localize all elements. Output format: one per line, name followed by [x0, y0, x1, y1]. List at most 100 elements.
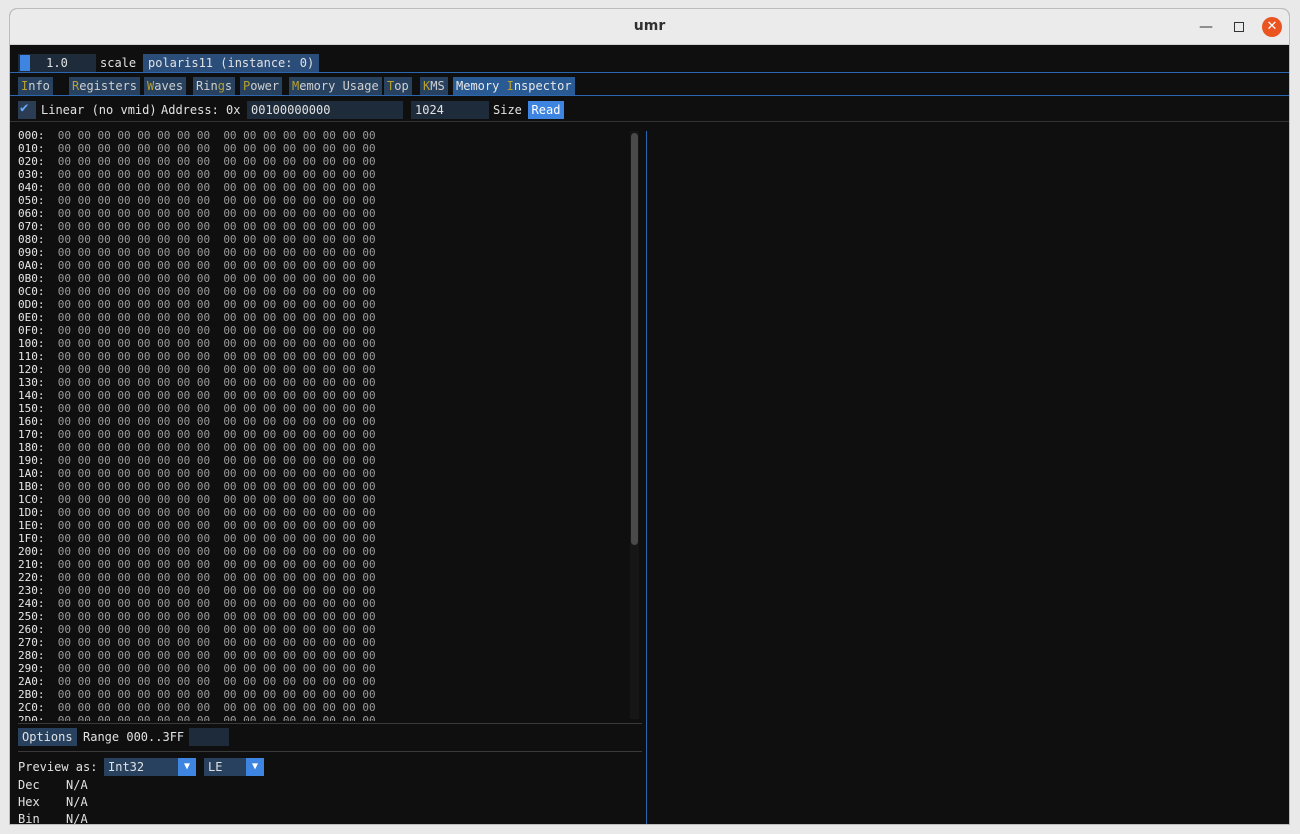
- hex-address: 080: [18, 233, 38, 246]
- hex-bytes: 00 00 00 00 00 00 00 00 00 00 00 00 00 0…: [57, 675, 376, 688]
- maximize-icon[interactable]: [1229, 17, 1249, 37]
- hex-row: 230: 00 00 00 00 00 00 00 00 00 00 00 00…: [18, 584, 376, 597]
- hex-address: 240: [18, 597, 38, 610]
- close-icon[interactable]: ✕: [1262, 17, 1282, 37]
- tab-8[interactable]: Memory Inspector: [453, 77, 575, 95]
- hex-row: 050: 00 00 00 00 00 00 00 00 00 00 00 00…: [18, 194, 376, 207]
- check-icon: ✔: [20, 100, 29, 116]
- hex-bytes: 00 00 00 00 00 00 00 00 00 00 00 00 00 0…: [57, 415, 376, 428]
- hex-colon: :: [37, 129, 58, 142]
- hex-colon: :: [37, 480, 58, 493]
- divider: [10, 121, 1289, 122]
- chevron-down-icon[interactable]: ▼: [178, 758, 196, 776]
- hex-row: 120: 00 00 00 00 00 00 00 00 00 00 00 00…: [18, 363, 376, 376]
- hex-colon: :: [37, 181, 58, 194]
- read-button[interactable]: Read: [528, 101, 564, 119]
- hex-row: 090: 00 00 00 00 00 00 00 00 00 00 00 00…: [18, 246, 376, 259]
- scrollbar-thumb[interactable]: [631, 133, 638, 545]
- hex-bytes: 00 00 00 00 00 00 00 00 00 00 00 00 00 0…: [57, 129, 376, 142]
- title-bar: umr — ✕: [10, 9, 1289, 45]
- preview-value: N/A: [66, 778, 88, 792]
- hex-row: 110: 00 00 00 00 00 00 00 00 00 00 00 00…: [18, 350, 376, 363]
- hex-bytes: 00 00 00 00 00 00 00 00 00 00 00 00 00 0…: [57, 454, 376, 467]
- size-input[interactable]: 1024: [411, 101, 489, 119]
- tab-label-post: egisters: [79, 79, 138, 93]
- preview-type-select[interactable]: Int32 ▼: [104, 758, 196, 776]
- pane-divider[interactable]: [646, 131, 647, 824]
- divider: [18, 751, 642, 752]
- scale-slider[interactable]: 1.0: [18, 54, 96, 72]
- hex-row: 2C0: 00 00 00 00 00 00 00 00 00 00 00 00…: [18, 701, 376, 714]
- hex-colon: :: [37, 311, 58, 324]
- hex-address: 100: [18, 337, 38, 350]
- tab-0[interactable]: Info: [18, 77, 53, 95]
- tab-label-post: nspector: [513, 79, 572, 93]
- tab-3[interactable]: Rings: [193, 77, 236, 95]
- hex-row: 200: 00 00 00 00 00 00 00 00 00 00 00 00…: [18, 545, 376, 558]
- tab-7[interactable]: KMS: [420, 77, 448, 95]
- hex-bytes: 00 00 00 00 00 00 00 00 00 00 00 00 00 0…: [57, 363, 376, 376]
- hex-bytes: 00 00 00 00 00 00 00 00 00 00 00 00 00 0…: [57, 246, 376, 259]
- hex-row: 040: 00 00 00 00 00 00 00 00 00 00 00 00…: [18, 181, 376, 194]
- hex-address: 0F0: [18, 324, 38, 337]
- hex-bytes: 00 00 00 00 00 00 00 00 00 00 00 00 00 0…: [57, 142, 376, 155]
- hex-address: 070: [18, 220, 38, 233]
- preview-row-dec: Dec N/A: [18, 778, 88, 792]
- hex-colon: :: [37, 506, 58, 519]
- options-button[interactable]: Options: [18, 728, 77, 746]
- tab-6[interactable]: Top: [384, 77, 412, 95]
- hex-colon: :: [37, 649, 58, 662]
- hex-row: 060: 00 00 00 00 00 00 00 00 00 00 00 00…: [18, 207, 376, 220]
- chevron-down-icon[interactable]: ▼: [246, 758, 264, 776]
- preview-key: Hex: [18, 795, 40, 809]
- hex-colon: :: [37, 220, 58, 233]
- hex-bytes: 00 00 00 00 00 00 00 00 00 00 00 00 00 0…: [57, 428, 376, 441]
- hex-colon: :: [37, 415, 58, 428]
- hex-bytes: 00 00 00 00 00 00 00 00 00 00 00 00 00 0…: [57, 389, 376, 402]
- tab-5[interactable]: Memory Usage: [289, 77, 382, 95]
- hex-colon: :: [37, 610, 58, 623]
- hex-row: 140: 00 00 00 00 00 00 00 00 00 00 00 00…: [18, 389, 376, 402]
- hex-row: 070: 00 00 00 00 00 00 00 00 00 00 00 00…: [18, 220, 376, 233]
- hex-bytes: 00 00 00 00 00 00 00 00 00 00 00 00 00 0…: [57, 532, 376, 545]
- linear-checkbox[interactable]: ✔: [18, 100, 36, 119]
- hex-colon: :: [37, 337, 58, 350]
- hex-bytes: 00 00 00 00 00 00 00 00 00 00 00 00 00 0…: [57, 376, 376, 389]
- hex-row: 1C0: 00 00 00 00 00 00 00 00 00 00 00 00…: [18, 493, 376, 506]
- main-content: 1.0 scale polaris11 (instance: 0) Info Re…: [10, 45, 1289, 824]
- tab-2[interactable]: Waves: [144, 77, 187, 95]
- endian-select[interactable]: LE ▼: [204, 758, 264, 776]
- range-input[interactable]: [189, 728, 229, 746]
- hex-row: 2A0: 00 00 00 00 00 00 00 00 00 00 00 00…: [18, 675, 376, 688]
- hex-row: 130: 00 00 00 00 00 00 00 00 00 00 00 00…: [18, 376, 376, 389]
- preview-row-hex: Hex N/A: [18, 795, 88, 809]
- hex-row: 010: 00 00 00 00 00 00 00 00 00 00 00 00…: [18, 142, 376, 155]
- tab-label-post: ower: [250, 79, 280, 93]
- minimize-icon[interactable]: —: [1196, 17, 1216, 37]
- tab-1[interactable]: Registers: [69, 77, 141, 95]
- address-input[interactable]: 00100000000: [247, 101, 403, 119]
- hex-scrollbar[interactable]: [630, 131, 639, 719]
- hex-colon: :: [37, 597, 58, 610]
- hex-colon: :: [37, 389, 58, 402]
- hex-bytes: 00 00 00 00 00 00 00 00 00 00 00 00 00 0…: [57, 610, 376, 623]
- hex-colon: :: [37, 207, 58, 220]
- hex-row: 030: 00 00 00 00 00 00 00 00 00 00 00 00…: [18, 168, 376, 181]
- hex-address: 130: [18, 376, 38, 389]
- hex-address: 230: [18, 584, 38, 597]
- tab-4[interactable]: Power: [240, 77, 283, 95]
- tab-instance[interactable]: polaris11 (instance: 0): [143, 54, 320, 72]
- hex-colon: :: [37, 324, 58, 337]
- hex-bytes: 00 00 00 00 00 00 00 00 00 00 00 00 00 0…: [57, 324, 376, 337]
- hex-address: 250: [18, 610, 38, 623]
- hex-address: 2A0: [18, 675, 38, 688]
- hex-view[interactable]: 000: 00 00 00 00 00 00 00 00 00 00 00 00…: [10, 129, 634, 721]
- hex-address: 030: [18, 168, 38, 181]
- hex-colon: :: [37, 545, 58, 558]
- hex-colon: :: [37, 688, 58, 701]
- divider: [10, 72, 1289, 73]
- tab-hotkey: I: [506, 79, 514, 93]
- hex-bytes: 00 00 00 00 00 00 00 00 00 00 00 00 00 0…: [57, 558, 376, 571]
- hex-bytes: 00 00 00 00 00 00 00 00 00 00 00 00 00 0…: [57, 480, 376, 493]
- hex-row: 150: 00 00 00 00 00 00 00 00 00 00 00 00…: [18, 402, 376, 415]
